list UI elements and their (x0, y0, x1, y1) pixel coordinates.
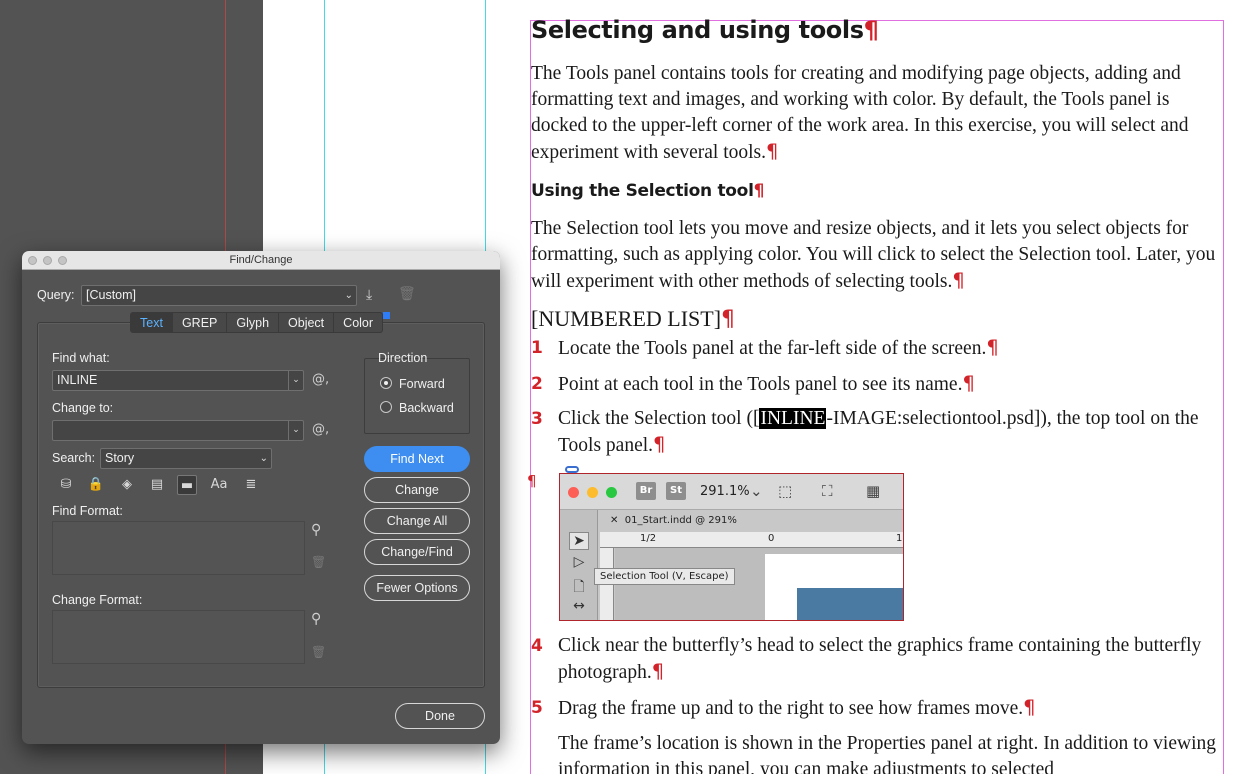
forward-radio[interactable] (380, 377, 392, 389)
stock-icon: St (666, 482, 686, 500)
specify-format-icon[interactable]: ⚲ (311, 522, 321, 538)
change-find-button[interactable]: Change/Find (364, 539, 470, 565)
minimize-dot-icon[interactable] (43, 256, 52, 265)
query-select[interactable]: [Custom] ⌄ (81, 285, 357, 306)
forward-label[interactable]: Forward (399, 377, 445, 391)
change-format-label: Change Format: (52, 593, 143, 607)
anchor-pilcrow: ¶ (527, 472, 537, 490)
change-to-label: Change to: (52, 401, 114, 415)
find-next-button[interactable]: Find Next (364, 446, 470, 472)
change-to-input[interactable]: ⌄ (52, 420, 304, 441)
find-format-label: Find Format: (52, 504, 123, 518)
find-change-dialog[interactable]: Find/Change Query: [Custom] ⌄ ⤓ 🗑 Text G… (22, 251, 500, 744)
selection-paragraph: The Selection tool lets you move and res… (531, 218, 1216, 292)
trash-icon[interactable]: 🗑 (398, 286, 416, 302)
selected-text[interactable]: INLINE (759, 408, 827, 429)
chevron-down-icon[interactable]: ⌄ (288, 421, 303, 440)
special-characters-icon[interactable]: @, (312, 422, 329, 437)
list-heading: [NUMBERED LIST]¶ (531, 306, 736, 332)
include-locked-stories-icon[interactable]: 🔒 (86, 475, 106, 495)
include-footnotes-icon[interactable]: ▬ (177, 475, 197, 495)
trash-icon[interactable]: 🗑 (311, 555, 326, 569)
gap-tool-icon: ↔ (573, 598, 585, 614)
selection-tool-icon: ➤ (569, 532, 589, 550)
change-format-box[interactable] (52, 610, 305, 664)
tool-tooltip: Selection Tool (V, Escape) (594, 568, 735, 585)
zoom-dot-icon (606, 487, 617, 498)
include-master-pages-icon[interactable]: ▤ (147, 475, 167, 495)
tab-text[interactable]: Text (130, 312, 173, 333)
change-all-button[interactable]: Change All (364, 508, 470, 534)
find-format-box[interactable] (52, 521, 305, 575)
chevron-down-icon: ⌄ (750, 482, 763, 500)
tab-grep[interactable]: GREP (172, 312, 228, 333)
frame-grid-icon: ⬚ (778, 482, 793, 500)
backward-radio[interactable] (380, 401, 392, 413)
dialog-title: Find/Change (229, 254, 293, 266)
change-button[interactable]: Change (364, 477, 470, 503)
tab-color[interactable]: Color (334, 312, 384, 333)
heading: Selecting and using tools¶ (531, 16, 879, 44)
search-type-tabs: Text GREP Glyph Object Color (130, 312, 384, 333)
margin-guide-right (1223, 20, 1224, 774)
fewer-options-button[interactable]: Fewer Options (364, 575, 470, 601)
close-dot-icon (568, 487, 579, 498)
whole-word-icon[interactable]: ≣ (241, 475, 261, 495)
screen-mode-icon: ⛶ (822, 482, 833, 500)
tab-object[interactable]: Object (279, 312, 335, 333)
close-dot-icon[interactable] (28, 256, 37, 265)
inline-image-frame[interactable]: Br St 291.1% ⌄ ⬚ ⛶ ▦ ➤ ▷ 🗋 ↔ ✕ 01_Start.… (559, 473, 904, 621)
link-icon[interactable] (565, 466, 579, 473)
specify-format-icon[interactable]: ⚲ (311, 611, 321, 627)
image-app-toolbar: Br St 291.1% ⌄ ⬚ ⛶ ▦ (560, 474, 903, 510)
done-button[interactable]: Done (395, 703, 485, 729)
tab-indicator (383, 312, 390, 319)
chevron-down-icon: ⌄ (259, 453, 268, 464)
bridge-icon: Br (636, 482, 656, 500)
zoom-dot-icon[interactable] (58, 256, 67, 265)
direction-group (364, 358, 470, 434)
image-photo (797, 588, 903, 620)
special-characters-icon[interactable]: @, (312, 372, 329, 387)
search-label: Search: (52, 451, 96, 465)
intro-paragraph: The Tools panel contains tools for creat… (531, 63, 1189, 163)
chevron-down-icon[interactable]: ⌄ (288, 371, 303, 390)
zoom-level: 291.1% (700, 484, 750, 499)
tab-glyph[interactable]: Glyph (227, 312, 280, 333)
subheading: Using the Selection tool¶ (531, 181, 765, 201)
save-query-icon[interactable]: ⤓ (366, 287, 372, 303)
arrange-icon: ▦ (866, 482, 881, 500)
include-locked-layers-icon[interactable]: ⛁ (56, 475, 76, 495)
document-tab: ✕ 01_Start.indd @ 291% (600, 510, 740, 532)
find-what-input[interactable]: INLINE ⌄ (52, 370, 304, 391)
include-hidden-layers-icon[interactable]: ◈ (117, 475, 137, 495)
horizontal-ruler: 1/2 0 1 (600, 532, 903, 548)
trash-icon[interactable]: 🗑 (311, 645, 326, 659)
dialog-titlebar[interactable]: Find/Change (22, 251, 500, 270)
search-scope-select[interactable]: Story ⌄ (100, 448, 272, 469)
direction-label: Direction (378, 351, 428, 365)
minimize-dot-icon (587, 487, 598, 498)
query-label: Query: (37, 288, 75, 302)
direct-selection-tool-icon: ▷ (573, 554, 585, 570)
chevron-down-icon: ⌄ (344, 290, 353, 301)
image-tools-panel: ➤ ▷ 🗋 ↔ (560, 510, 598, 620)
page-tool-icon: 🗋 (573, 579, 585, 595)
case-sensitive-icon[interactable]: Aa (209, 475, 229, 495)
find-what-label: Find what: (52, 351, 110, 365)
backward-label[interactable]: Backward (399, 401, 454, 415)
